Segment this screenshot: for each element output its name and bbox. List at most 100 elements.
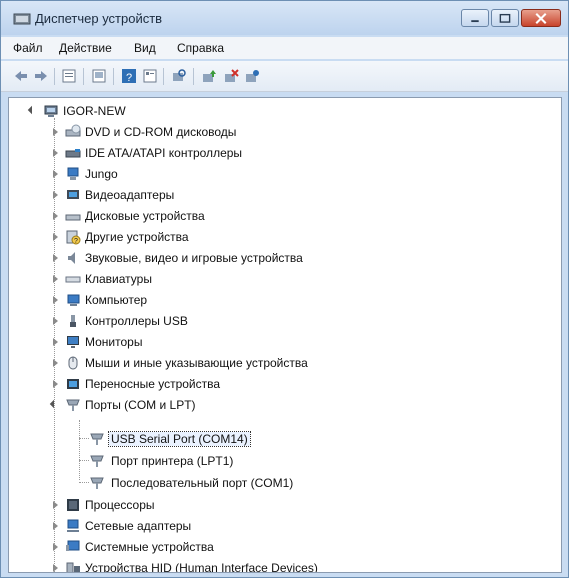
disable-device-icon[interactable] bbox=[223, 68, 239, 84]
tree-item[interactable]: Мыши и иные указывающие устройства bbox=[49, 353, 449, 373]
scan-hardware-icon[interactable] bbox=[171, 68, 187, 84]
tree-item[interactable]: Клавиатуры bbox=[49, 269, 449, 289]
collapse-arrow-icon[interactable] bbox=[53, 380, 58, 388]
tree-item[interactable]: Видеоадаптеры bbox=[49, 185, 449, 205]
close-button[interactable] bbox=[521, 9, 561, 27]
collapse-arrow-icon[interactable] bbox=[53, 212, 58, 220]
details-icon[interactable] bbox=[142, 68, 158, 84]
portable-device-icon bbox=[67, 379, 79, 389]
computer-icon bbox=[44, 105, 58, 117]
tree-item[interactable]: Контроллеры USB bbox=[49, 311, 449, 331]
tree-item-label: Процессоры bbox=[85, 498, 155, 512]
tree-item[interactable]: Звуковые, видео и игровые устройства bbox=[49, 248, 449, 268]
title-bar[interactable]: Диспетчер устройств bbox=[1, 1, 568, 35]
tree-child-label: Порт принтера (LPT1) bbox=[111, 454, 234, 468]
collapse-arrow-icon[interactable] bbox=[53, 359, 58, 367]
processor-icon bbox=[67, 499, 79, 511]
properties-view-icon[interactable] bbox=[61, 68, 77, 84]
device-manager-icon bbox=[13, 13, 31, 25]
dvd-drive-icon bbox=[65, 124, 81, 137]
device-manager-window: Диспетчер устройств Файл Действие Вид Сп… bbox=[0, 0, 569, 578]
tree-item[interactable]: Системные устройства bbox=[49, 537, 449, 557]
tree-child-label: USB Serial Port (COM14) bbox=[108, 431, 251, 447]
forward-arrow-icon[interactable] bbox=[33, 68, 49, 84]
tree-item[interactable]: IDE ATA/ATAPI контроллеры bbox=[49, 143, 449, 163]
tree-item-label: Jungo bbox=[85, 167, 118, 181]
tree-item-label: Сетевые адаптеры bbox=[85, 519, 192, 533]
collapse-arrow-icon[interactable] bbox=[53, 543, 58, 551]
tree-root[interactable]: IGOR-NEW bbox=[25, 101, 325, 121]
menu-view[interactable]: Вид bbox=[134, 41, 156, 55]
tree-item[interactable]: Процессоры bbox=[49, 495, 449, 515]
collapse-arrow-icon[interactable] bbox=[53, 149, 58, 157]
tree-item[interactable]: Переносные устройства bbox=[49, 374, 449, 394]
collapse-arrow-icon[interactable] bbox=[53, 317, 58, 325]
device-tree[interactable]: IGOR-NEW DVD и CD-ROM дисководы IDE ATA/… bbox=[8, 97, 562, 573]
tree-item[interactable]: Компьютер bbox=[49, 290, 449, 310]
tree-item[interactable]: ? Другие устройства bbox=[49, 227, 449, 247]
unknown-device-icon: ? bbox=[66, 230, 81, 245]
close-icon bbox=[535, 13, 547, 25]
network-adapter-icon bbox=[67, 519, 79, 532]
maximize-button[interactable] bbox=[491, 9, 519, 27]
collapse-arrow-icon[interactable] bbox=[53, 191, 58, 199]
collapse-arrow-icon[interactable] bbox=[53, 338, 58, 346]
tree-item[interactable]: Сетевые адаптеры bbox=[49, 516, 449, 536]
uninstall-device-icon[interactable] bbox=[244, 68, 260, 84]
menu-bar: Файл Действие Вид Справка bbox=[1, 37, 568, 59]
tree-item[interactable]: DVD и CD-ROM дисководы bbox=[49, 122, 449, 142]
display-adapter-icon bbox=[67, 190, 79, 199]
window-title: Диспетчер устройств bbox=[35, 11, 163, 26]
tree-item[interactable]: Устройства HID (Human Interface Devices) bbox=[49, 558, 469, 572]
collapse-arrow-icon[interactable] bbox=[53, 128, 58, 136]
tree-child-item[interactable]: Последовательный порт (COM1) bbox=[89, 473, 389, 493]
tree-child-item-selected[interactable]: USB Serial Port (COM14) bbox=[89, 429, 389, 449]
tree-item-label: Другие устройства bbox=[85, 230, 189, 244]
collapse-arrow-icon[interactable] bbox=[53, 233, 58, 241]
expand-arrow-icon[interactable] bbox=[49, 399, 59, 409]
update-driver-icon[interactable] bbox=[201, 68, 217, 84]
tree-child-item[interactable]: Порт принтера (LPT1) bbox=[89, 451, 389, 471]
collapse-arrow-icon[interactable] bbox=[53, 254, 58, 262]
collapse-arrow-icon[interactable] bbox=[53, 170, 58, 178]
tree-item-label: DVD и CD-ROM дисководы bbox=[85, 125, 237, 139]
tree-item[interactable]: Мониторы bbox=[49, 332, 449, 352]
tree-item-label: IDE ATA/ATAPI контроллеры bbox=[85, 146, 243, 160]
back-arrow-icon[interactable] bbox=[13, 68, 29, 84]
tree-item[interactable]: Дисковые устройства bbox=[49, 206, 449, 226]
tree-item-ports[interactable]: Порты (COM и LPT) bbox=[49, 395, 449, 415]
system-device-icon bbox=[66, 540, 80, 551]
tree-item-label: Видеоадаптеры bbox=[85, 188, 175, 202]
menu-file[interactable]: Файл bbox=[13, 41, 43, 55]
collapse-arrow-icon[interactable] bbox=[53, 522, 58, 530]
collapse-arrow-icon[interactable] bbox=[53, 296, 58, 304]
toolbar: ? bbox=[1, 61, 568, 92]
menu-action[interactable]: Действие bbox=[59, 41, 112, 55]
hid-icon bbox=[66, 562, 80, 572]
ide-controller-icon bbox=[65, 149, 81, 158]
monitor-icon bbox=[67, 336, 79, 348]
help-icon[interactable]: ? bbox=[121, 68, 137, 84]
tree-item-label: Клавиатуры bbox=[85, 272, 152, 286]
collapse-arrow-icon[interactable] bbox=[53, 275, 58, 283]
computer-small-icon bbox=[67, 294, 80, 306]
menu-help[interactable]: Справка bbox=[177, 41, 224, 55]
tree-item[interactable]: Jungo bbox=[49, 164, 449, 184]
disk-drive-icon bbox=[65, 214, 81, 221]
tree-child-label: Последовательный порт (COM1) bbox=[111, 476, 294, 490]
tree-item-label: Компьютер bbox=[85, 293, 148, 307]
tree-item-label: Мониторы bbox=[85, 335, 143, 349]
sound-icon bbox=[68, 252, 75, 264]
port-icon bbox=[90, 433, 104, 445]
keyboard-icon bbox=[65, 276, 81, 283]
collapse-arrow-icon[interactable] bbox=[53, 564, 58, 572]
show-hide-icon[interactable] bbox=[91, 68, 107, 84]
tree-item-label: Дисковые устройства bbox=[85, 209, 205, 223]
mouse-icon bbox=[68, 356, 78, 370]
tree-item-label: Контроллеры USB bbox=[85, 314, 188, 328]
minimize-button[interactable] bbox=[461, 9, 489, 27]
collapse-arrow-icon[interactable] bbox=[53, 501, 58, 509]
expand-arrow-icon[interactable] bbox=[27, 105, 37, 115]
port-icon bbox=[90, 477, 104, 489]
tree-item-label: Системные устройства bbox=[85, 540, 214, 554]
